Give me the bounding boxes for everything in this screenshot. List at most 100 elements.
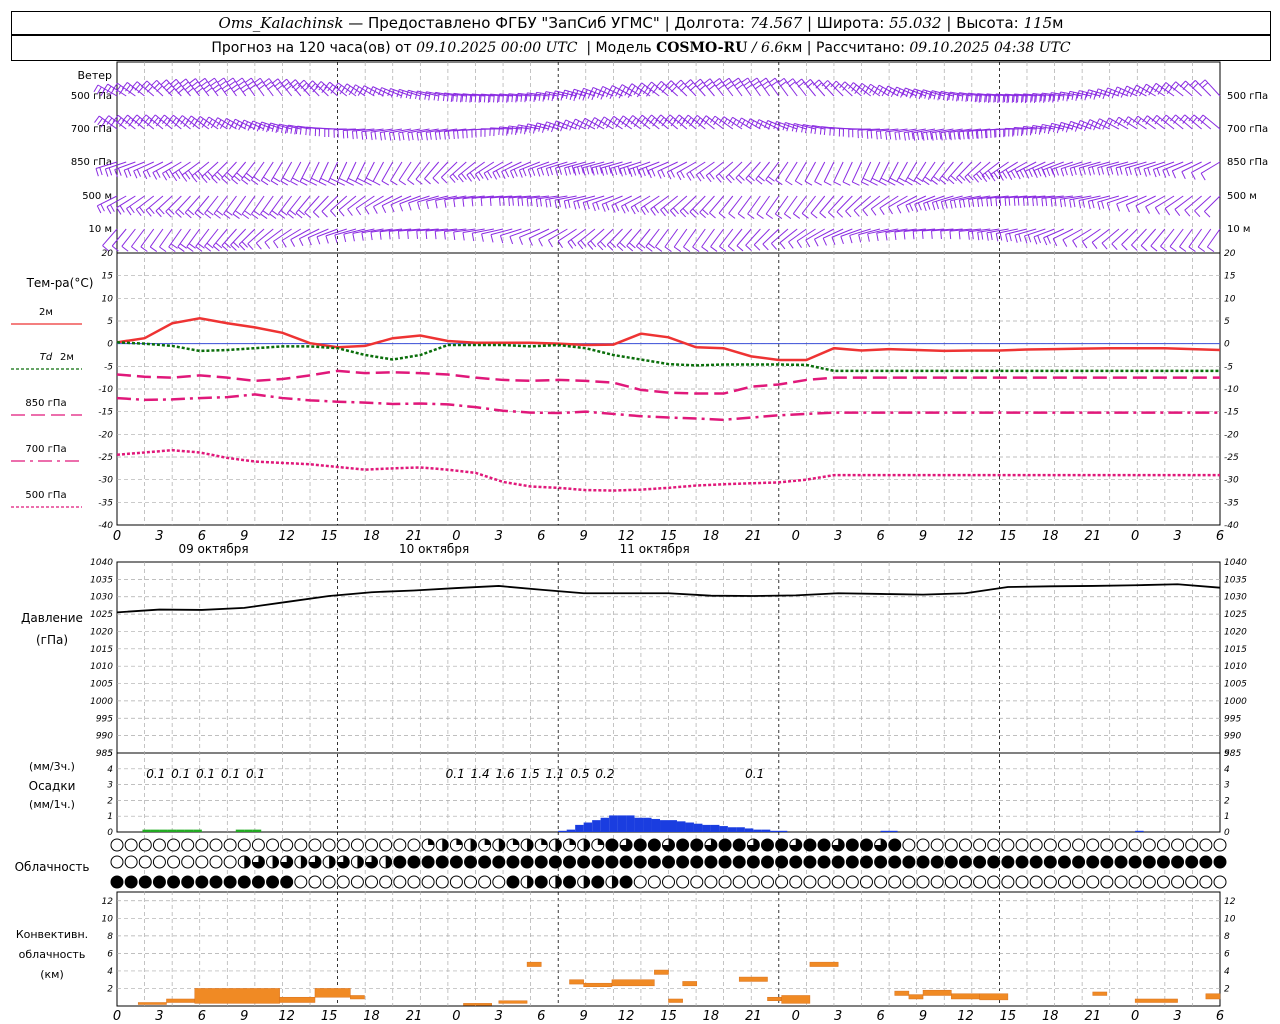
cloud-symbol <box>124 838 138 852</box>
cloud-symbol-fill <box>300 856 307 868</box>
conv-cloud-bar <box>526 961 542 967</box>
conv-cloud-bar <box>951 993 980 1000</box>
wind-barb-flag <box>651 168 656 177</box>
wind-barb-flag <box>587 243 594 250</box>
wind-barb <box>836 195 853 213</box>
wind-barb-flag <box>156 85 163 92</box>
wind-barb <box>823 161 835 182</box>
wind-barb-flag <box>929 131 933 140</box>
wind-barb-flag <box>121 82 128 89</box>
cloud-symbol <box>167 855 181 869</box>
wind-barb-flag <box>708 84 716 91</box>
precip-bar <box>609 815 618 832</box>
wind-barb-flag <box>762 243 769 251</box>
meteogram-chart: Ветер 500 гПа 500 гПа 700 гПа 700 гПа 850 гПа… <box>11 61 1268 1024</box>
wind-barb <box>1052 228 1074 240</box>
wind-barb-flag <box>416 132 419 141</box>
wind-barb-flag <box>871 177 880 183</box>
wind-barb-flag <box>903 231 906 240</box>
wind-barb-flag <box>372 180 381 186</box>
wind-barb <box>1118 116 1138 130</box>
cloud-symbol-fill <box>1030 856 1043 868</box>
wind-barb-flag <box>536 168 541 177</box>
cloud-symbol <box>237 838 251 852</box>
cloud-symbol-fill <box>385 856 392 868</box>
wind-barb-flag <box>761 80 769 87</box>
wind-barb-flag <box>328 181 336 186</box>
legend-500-label: 500 гПа <box>25 490 66 501</box>
wind-barb <box>519 228 541 238</box>
cloud-symbol <box>859 875 873 889</box>
cloud-symbol <box>1171 875 1185 889</box>
precip-bar <box>184 829 194 832</box>
wind-level-label: 850 гПа <box>71 157 112 168</box>
wind-barb <box>648 161 669 171</box>
wind-barb <box>146 80 164 97</box>
cloud-symbol <box>1072 838 1086 852</box>
wind-barb-flag <box>499 235 504 244</box>
wind-barb-flag <box>397 231 400 240</box>
wind-barb <box>601 195 623 205</box>
wind-barb-flag <box>411 132 414 141</box>
wind-barb-flag <box>953 131 956 140</box>
wind-barb-flag <box>728 174 735 181</box>
cloud-symbol-fill <box>874 856 887 868</box>
wind-barb <box>337 161 348 183</box>
cloud-symbol <box>322 838 336 852</box>
wind-barb-flag <box>282 177 291 183</box>
cloud-symbol-fill <box>591 876 604 888</box>
wind-barb-flag <box>724 81 732 87</box>
wind-level-label-right: 500 м <box>1227 191 1257 202</box>
wind-barb <box>432 161 449 179</box>
cloud-symbol <box>718 875 732 889</box>
wind-barb-flag <box>186 246 194 252</box>
wind-barb-flag <box>188 78 196 84</box>
wind-barb-flag <box>509 236 514 245</box>
wind-barb-flag <box>300 82 308 89</box>
wind-barb-flag <box>443 131 446 140</box>
wind-barb-flag <box>831 237 836 245</box>
cloud-symbol <box>1029 838 1043 852</box>
wind-barb <box>657 161 678 172</box>
wind-barb-flag <box>365 131 368 140</box>
wind-barb-flag <box>1037 168 1042 177</box>
precip-3h-label: 0.2 <box>595 767 614 781</box>
wind-barb-flag <box>475 173 481 182</box>
cloud-symbol-fill <box>690 856 703 868</box>
wind-barb-flag <box>836 211 844 218</box>
cloud-symbol-fill <box>676 839 689 851</box>
cloud-symbol <box>1213 875 1227 889</box>
wind-barb-flag <box>708 172 715 180</box>
cloud-symbol <box>1015 838 1029 852</box>
wind-barb-flag <box>995 233 999 242</box>
conv-cloud-bar <box>314 988 351 998</box>
wind-barb-flag <box>823 181 832 186</box>
wind-barb-flag <box>1054 198 1057 207</box>
wind-barb-flag <box>329 177 338 183</box>
cloud-symbol <box>251 838 265 852</box>
wind-barb-flag <box>737 213 745 219</box>
cloud-symbol-fill <box>648 839 661 851</box>
conv-cloud-bar <box>979 993 1009 1001</box>
wind-barb-flag <box>660 209 666 217</box>
cloud-symbol-fill <box>583 876 590 888</box>
wind-barb-flag <box>616 244 624 252</box>
conv-cloud-bar <box>682 981 698 987</box>
wind-barb-flag <box>672 207 679 215</box>
wind-barb-flag <box>96 205 102 214</box>
wind-barb-flag <box>771 243 778 250</box>
temp-tick-label-right: 5 <box>1224 317 1230 327</box>
cloud-symbol <box>1114 875 1128 889</box>
wind-barb-flag <box>540 167 545 176</box>
wind-barb-flag <box>155 170 161 178</box>
wind-barb-flag <box>270 180 279 186</box>
wind-barb-flag <box>702 209 709 216</box>
wind-barb <box>116 195 136 209</box>
wind-barb-flag <box>469 172 476 180</box>
wind-barb-flag <box>141 80 148 88</box>
temp-hour-tick: 3 <box>495 529 503 544</box>
wind-barb-flag <box>136 169 141 177</box>
wind-barb-flag <box>747 213 755 219</box>
wind-barb-flag <box>435 200 438 209</box>
cloud-symbol-fill <box>569 839 576 845</box>
